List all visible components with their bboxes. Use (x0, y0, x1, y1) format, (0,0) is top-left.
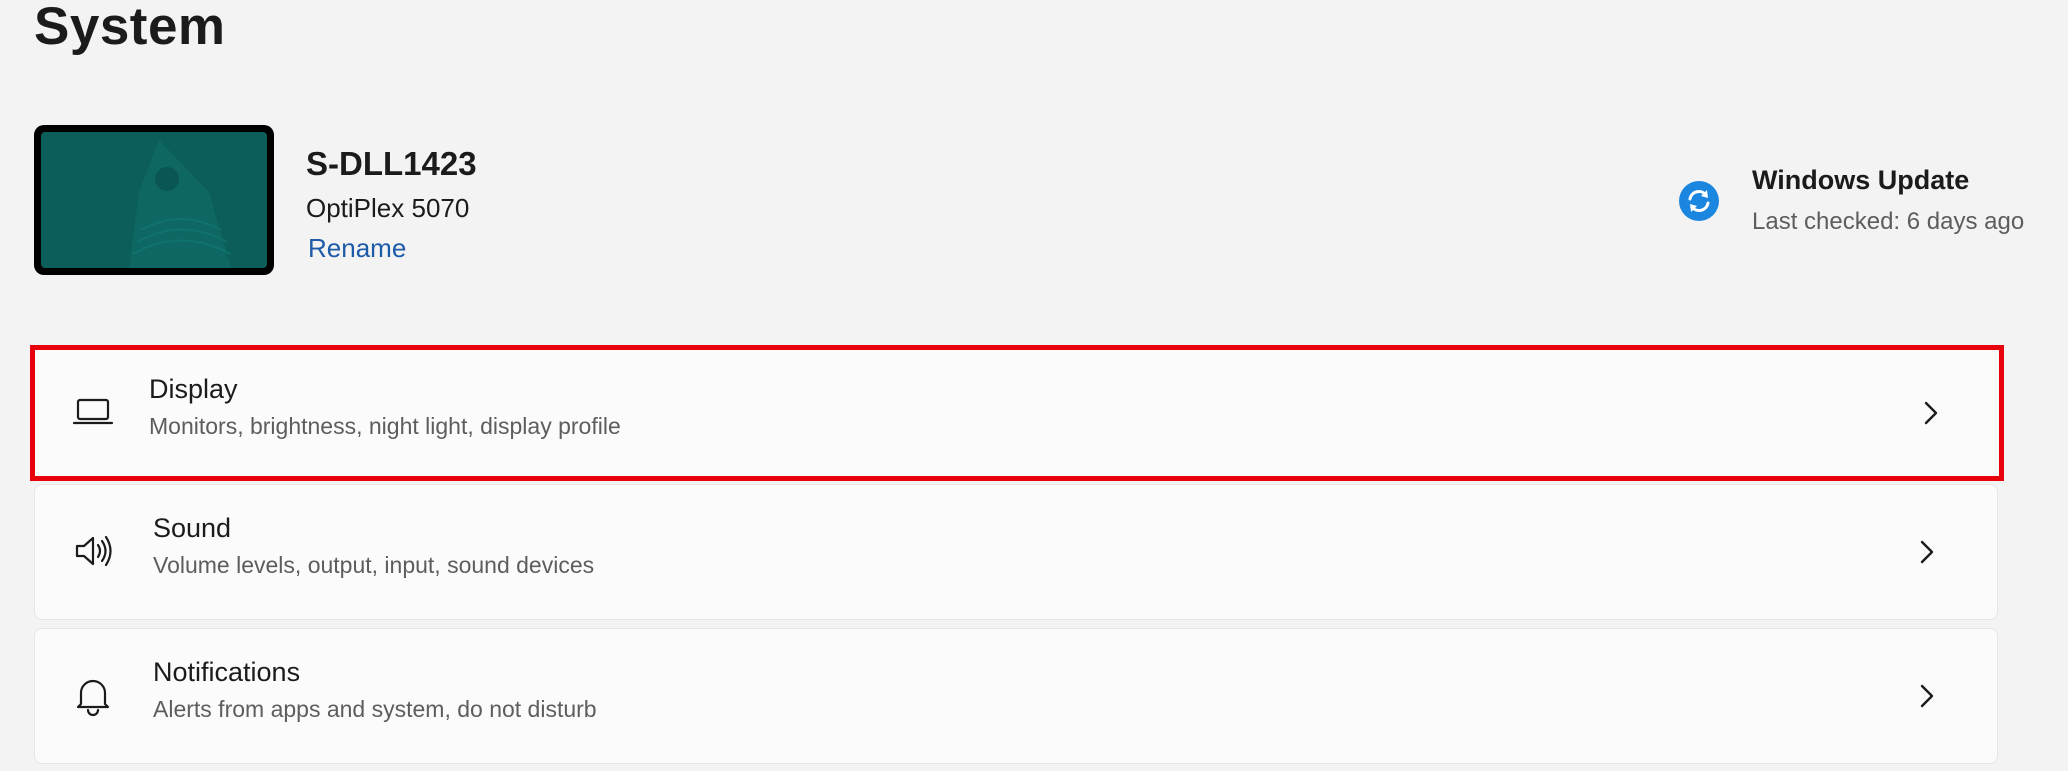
windows-update-status: Last checked: 6 days ago (1752, 208, 2025, 235)
device-name: S-DLL1423 (306, 145, 477, 182)
chevron-right-icon (1920, 540, 1934, 564)
wallpaper-graphic (129, 140, 232, 268)
settings-item-description: Alerts from apps and system, do not dist… (153, 696, 597, 722)
page-title: System (34, 0, 226, 56)
desktop-wallpaper (41, 132, 267, 268)
settings-item-title: Sound (153, 513, 232, 543)
device-thumbnail (34, 125, 274, 275)
settings-item-title: Notifications (153, 657, 301, 687)
settings-item-title: Display (149, 374, 238, 404)
settings-item-description: Volume levels, output, input, sound devi… (153, 552, 595, 578)
laptop-icon (72, 398, 114, 425)
settings-item-description: Monitors, brightness, night light, displ… (149, 413, 621, 439)
sync-icon[interactable] (1678, 180, 1720, 222)
device-model: OptiPlex 5070 (306, 193, 470, 223)
rename-link[interactable]: Rename (308, 233, 406, 264)
windows-update-title[interactable]: Windows Update (1752, 165, 1969, 196)
chevron-right-icon (1924, 401, 1938, 425)
settings-item-notifications[interactable]: Notifications Alerts from apps and syste… (34, 628, 1998, 764)
speaker-icon (75, 535, 112, 567)
bell-icon (76, 679, 110, 717)
settings-item-sound[interactable]: Sound Volume levels, output, input, soun… (34, 484, 1998, 620)
settings-item-display[interactable]: Display Monitors, brightness, night ligh… (30, 345, 2004, 481)
chevron-right-icon (1920, 684, 1934, 708)
